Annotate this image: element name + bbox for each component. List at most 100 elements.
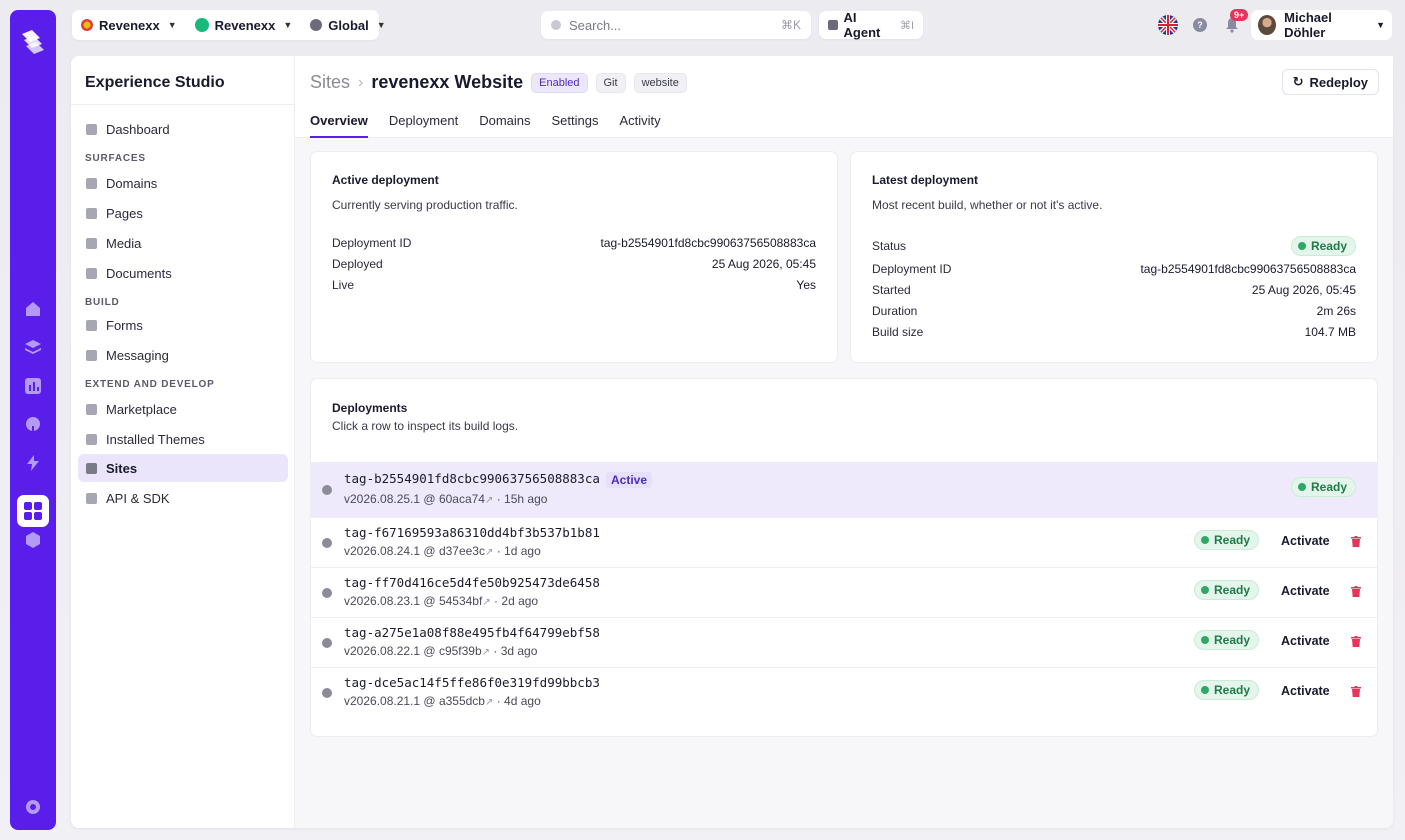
table-row[interactable]: tag-b2554901fd8cbc99063756508883ca Activ… bbox=[311, 462, 1377, 517]
workspace-selector[interactable]: Revenexx ▼ bbox=[186, 10, 302, 40]
kv-value: tag-b2554901fd8cbc99063756508883ca bbox=[600, 236, 816, 250]
bulb-icon[interactable] bbox=[24, 416, 42, 434]
latest-deployment-status-row: Status Ready bbox=[872, 236, 1356, 256]
redeploy-button[interactable]: ↻ Redeploy bbox=[1281, 69, 1379, 95]
ai-agent-button[interactable]: AI Agent ⌘I bbox=[819, 10, 923, 40]
status-dot-icon bbox=[1298, 483, 1306, 491]
deployment-version: v2026.08.25.1 bbox=[344, 492, 421, 506]
layers-icon[interactable] bbox=[24, 338, 42, 356]
sidebar-section-extend: EXTEND AND DEVELOP bbox=[85, 379, 215, 390]
deployment-meta: v2026.08.25.1 @ 60aca74↗ · 15h ago bbox=[344, 492, 548, 506]
deployment-version: v2026.08.22.1 bbox=[344, 644, 421, 658]
tab-settings[interactable]: Settings bbox=[552, 113, 599, 138]
deployment-age: 15h ago bbox=[504, 492, 548, 506]
home-icon[interactable] bbox=[24, 300, 42, 318]
activate-button[interactable]: Activate bbox=[1281, 584, 1330, 598]
lightning-icon[interactable] bbox=[24, 454, 42, 472]
table-row[interactable]: tag-a275e1a08f88e495fb4f64799ebf58 v2026… bbox=[311, 617, 1377, 667]
sidebar-item-label: Dashboard bbox=[106, 121, 170, 137]
activate-button[interactable]: Activate bbox=[1281, 684, 1330, 698]
status-label: Ready bbox=[1310, 239, 1347, 253]
tab-overview[interactable]: Overview bbox=[310, 113, 368, 138]
sidebar-item-label: Installed Themes bbox=[106, 431, 205, 447]
status-label: Ready bbox=[1214, 533, 1251, 547]
org-selector[interactable]: Revenexx ▼ bbox=[72, 10, 186, 40]
table-row[interactable]: tag-f67169593a86310dd4bf3b537b1b81 v2026… bbox=[311, 517, 1377, 567]
page-header: Sites › revenexx Website Enabled Git web… bbox=[295, 56, 1393, 138]
sidebar-item-label: Domains bbox=[106, 175, 158, 191]
type-badge-website: website bbox=[633, 72, 687, 93]
kv-value: 104.7 MB bbox=[1304, 325, 1356, 339]
help-icon[interactable]: ? bbox=[1193, 18, 1207, 32]
trash-icon[interactable] bbox=[1351, 536, 1361, 547]
deployment-commit: 54534bf bbox=[438, 594, 483, 608]
status-label: Ready bbox=[1214, 583, 1251, 597]
tab-deployment[interactable]: Deployment bbox=[389, 113, 458, 138]
sidebar-title: Experience Studio bbox=[85, 74, 225, 91]
sidebar-item-dashboard[interactable]: Dashboard bbox=[78, 115, 288, 143]
status-badge: Ready bbox=[1194, 530, 1260, 550]
sidebar-item-documents[interactable]: Documents bbox=[78, 259, 288, 287]
status-label: Ready bbox=[1311, 480, 1348, 494]
cube-icon[interactable] bbox=[24, 531, 42, 549]
sidebar-item-pages[interactable]: Pages bbox=[78, 199, 288, 227]
sidebar-item-installed-themes[interactable]: Installed Themes bbox=[78, 425, 288, 453]
global-search-input[interactable]: Search... ⌘K bbox=[541, 11, 811, 39]
avatar bbox=[1258, 15, 1277, 35]
trash-icon[interactable] bbox=[1351, 636, 1361, 647]
sidebar-item-marketplace[interactable]: Marketplace bbox=[78, 395, 288, 423]
deployment-icon bbox=[322, 485, 332, 495]
breadcrumb-sites-link[interactable]: Sites bbox=[310, 72, 350, 93]
kv-label: Deployment ID bbox=[332, 236, 412, 250]
active-deployment-live-row: Live Yes bbox=[332, 278, 816, 292]
activate-button[interactable]: Activate bbox=[1281, 534, 1330, 548]
active-deployment-title: Active deployment bbox=[332, 173, 439, 187]
analytics-icon[interactable] bbox=[24, 377, 42, 395]
active-deployment-subtitle: Currently serving production traffic. bbox=[332, 198, 518, 212]
deployment-meta: v2026.08.22.1 @ c95f39b↗ · 3d ago bbox=[344, 644, 538, 658]
trash-icon[interactable] bbox=[1351, 686, 1361, 697]
external-link-icon[interactable]: ↗ bbox=[485, 495, 493, 506]
table-row[interactable]: tag-ff70d416ce5d4fe50b925473de6458 v2026… bbox=[311, 567, 1377, 617]
chevron-down-icon: ▼ bbox=[376, 20, 386, 30]
table-row[interactable]: tag-dce5ac14f5ffe86f0e319fd99bbcb3 v2026… bbox=[311, 667, 1377, 717]
status-badge: Ready bbox=[1194, 680, 1260, 700]
status-badge: Ready bbox=[1291, 477, 1357, 497]
search-placeholder: Search... bbox=[569, 17, 622, 33]
user-menu[interactable]: Michael Döhler ▼ bbox=[1251, 10, 1392, 40]
deployment-version: v2026.08.23.1 bbox=[344, 594, 421, 608]
sidebar-item-forms[interactable]: Forms bbox=[78, 311, 288, 339]
user-name: Michael Döhler bbox=[1284, 10, 1332, 40]
scope-selector[interactable]: Global ▼ bbox=[301, 10, 394, 40]
content-area: Sites › revenexx Website Enabled Git web… bbox=[295, 56, 1393, 828]
tab-activity[interactable]: Activity bbox=[619, 113, 660, 138]
trash-icon[interactable] bbox=[1351, 586, 1361, 597]
active-deployment-panel: Active deployment Currently serving prod… bbox=[310, 151, 838, 363]
sidebar-item-sites[interactable]: Sites bbox=[78, 454, 288, 482]
media-icon bbox=[86, 237, 97, 249]
activate-button[interactable]: Activate bbox=[1281, 634, 1330, 648]
tab-bar: Overview Deployment Domains Settings Act… bbox=[310, 113, 661, 138]
external-link-icon[interactable]: ↗ bbox=[482, 647, 490, 658]
active-badge: Active bbox=[606, 472, 653, 488]
settings-gear-icon[interactable] bbox=[24, 798, 42, 816]
brand-logo-icon[interactable] bbox=[18, 26, 48, 56]
status-badge: Ready bbox=[1194, 630, 1260, 650]
robot-icon bbox=[828, 20, 838, 30]
sidebar-item-media[interactable]: Media bbox=[78, 229, 288, 257]
external-link-icon[interactable]: ↗ bbox=[485, 547, 493, 558]
status-badge: Ready bbox=[1194, 580, 1260, 600]
divider bbox=[71, 104, 295, 105]
kv-label: Deployment ID bbox=[872, 262, 952, 276]
main-card: Experience Studio Dashboard SURFACES Dom… bbox=[71, 56, 1393, 828]
tab-domains[interactable]: Domains bbox=[479, 113, 530, 138]
sidebar-item-messaging[interactable]: Messaging bbox=[78, 341, 288, 369]
deployments-subtitle: Click a row to inspect its build logs. bbox=[332, 419, 519, 433]
experience-studio-icon[interactable] bbox=[17, 495, 49, 527]
deployments-panel: Deployments Click a row to inspect its b… bbox=[310, 378, 1378, 737]
sidebar-item-domains[interactable]: Domains bbox=[78, 169, 288, 197]
sidebar-item-api-sdk[interactable]: API & SDK bbox=[78, 484, 288, 512]
external-link-icon[interactable]: ↗ bbox=[485, 697, 493, 708]
language-flag-uk-icon[interactable] bbox=[1158, 15, 1178, 35]
external-link-icon[interactable]: ↗ bbox=[482, 597, 490, 608]
